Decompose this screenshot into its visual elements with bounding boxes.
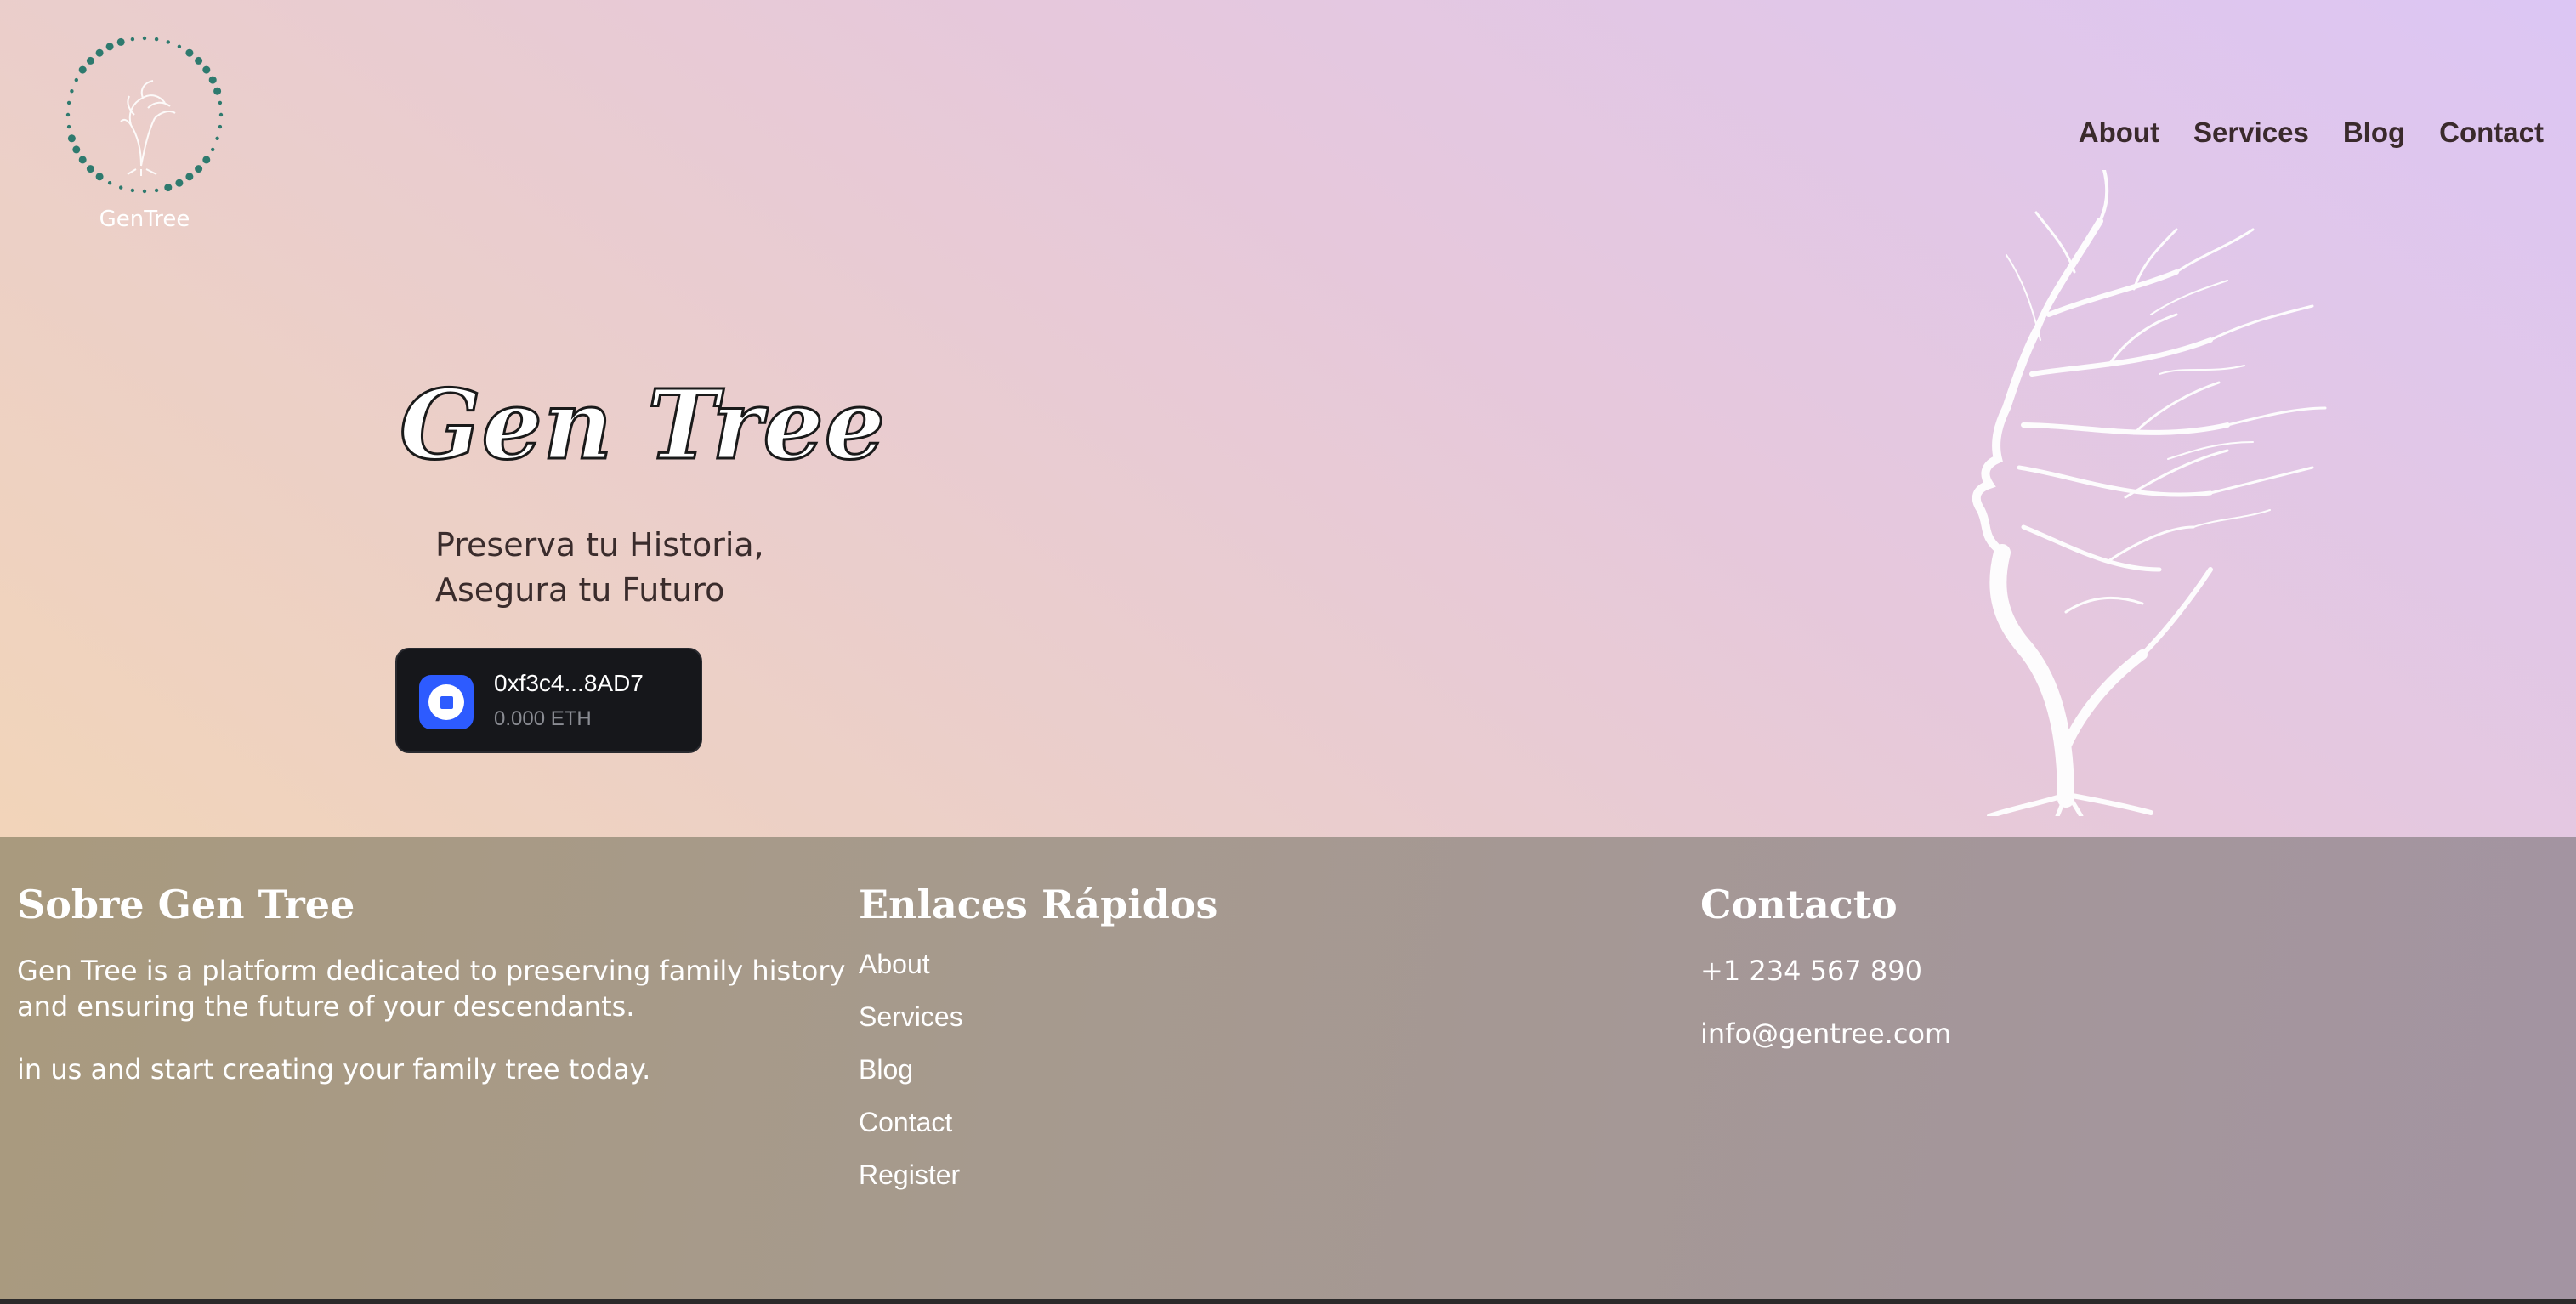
logo-dot [72, 145, 81, 154]
footer-links-title: Enlaces Rápidos [859, 882, 1218, 927]
logo[interactable]: GenTree [60, 30, 230, 234]
logo-dot [218, 112, 224, 117]
logo-dot [116, 37, 125, 46]
logo-dot [65, 112, 71, 117]
wallet-balance: 0.000 ETH [494, 707, 592, 730]
hero-section: GenTree About Services Blog Contact Gen … [0, 0, 2576, 837]
footer-link-register[interactable]: Register [859, 1148, 1624, 1201]
logo-dot [166, 40, 170, 44]
logo-dot [70, 89, 74, 94]
logo-dot [142, 36, 147, 41]
main-nav: About Services Blog Contact [2079, 116, 2544, 149]
footer-link-contact[interactable]: Contact [859, 1096, 1624, 1148]
logo-dot [177, 44, 182, 48]
logo-dot [218, 100, 223, 105]
logo-dot [107, 181, 112, 185]
nav-about[interactable]: About [2079, 116, 2159, 149]
footer: Sobre Gen Tree Gen Tree is a platform de… [0, 837, 2576, 1304]
wallet-connect-button[interactable]: 0xf3c4...8AD7 0.000 ETH [395, 648, 702, 753]
coinbase-wallet-icon [419, 675, 474, 729]
logo-dot [142, 189, 147, 194]
logo-dot [164, 184, 173, 192]
nav-blog[interactable]: Blog [2343, 116, 2405, 149]
footer-divider [0, 1299, 2576, 1304]
logo-dot [86, 56, 94, 65]
footer-about-cta: in us and start creating your family tre… [17, 1053, 651, 1086]
footer-link-about[interactable]: About [859, 938, 1624, 990]
nav-contact[interactable]: Contact [2439, 116, 2544, 149]
logo-dot [66, 124, 71, 129]
tagline-line-2: Asegura tu Futuro [435, 571, 725, 609]
hero-title: Gen Tree [398, 369, 887, 483]
logo-dot [154, 37, 159, 42]
logo-dot [185, 173, 194, 181]
logo-ring-icon [65, 36, 224, 194]
footer-contact-email: info@gentree.com [1700, 1018, 1952, 1050]
logo-dot [213, 87, 222, 95]
logo-dot [175, 179, 184, 187]
logo-dot [95, 173, 104, 181]
logo-dot [208, 76, 217, 84]
logo-dot [86, 165, 94, 173]
footer-about-text: Gen Tree is a platform dedicated to pres… [17, 955, 846, 1023]
logo-dot [211, 147, 215, 152]
footer-links-list: About Services Blog Contact Register [859, 938, 1624, 1201]
logo-dot [67, 134, 76, 143]
wallet-address: 0xf3c4...8AD7 [494, 670, 644, 696]
footer-contact-phone: +1 234 567 890 [1700, 955, 1922, 987]
footer-contact: Contacto +1 234 567 890 info@gentree.com [1700, 882, 2465, 1052]
logo-dot [74, 77, 78, 82]
hero-tagline: Preserva tu Historia, Asegura tu Futuro [435, 523, 764, 613]
logo-dot [78, 65, 87, 74]
logo-dot [95, 48, 104, 57]
logo-dot [78, 156, 87, 164]
logo-dot [154, 188, 159, 193]
logo-text: GenTree [99, 207, 190, 232]
logo-dot [119, 185, 123, 190]
nav-services[interactable]: Services [2193, 116, 2309, 149]
logo-dot [202, 65, 211, 74]
logo-dot [215, 136, 219, 140]
tagline-line-1: Preserva tu Historia, [435, 526, 764, 564]
logo-dot [130, 188, 135, 193]
logo-dot [202, 156, 211, 164]
footer-quick-links: Enlaces Rápidos About Services Blog Cont… [859, 882, 1624, 1201]
footer-contact-title: Contacto [1700, 882, 1898, 927]
footer-about: Sobre Gen Tree Gen Tree is a platform de… [17, 882, 850, 1087]
logo-dot [130, 37, 135, 42]
footer-about-title: Sobre Gen Tree [17, 882, 355, 927]
tree-face-illustration-icon [1972, 170, 2327, 816]
logo-dot [105, 43, 114, 51]
logo-dot [195, 165, 203, 173]
footer-link-services[interactable]: Services [859, 990, 1624, 1043]
footer-link-blog[interactable]: Blog [859, 1043, 1624, 1096]
logo-dot [66, 100, 71, 105]
logo-dot [195, 56, 203, 65]
logo-dot [185, 48, 194, 57]
logo-dot [218, 124, 223, 129]
